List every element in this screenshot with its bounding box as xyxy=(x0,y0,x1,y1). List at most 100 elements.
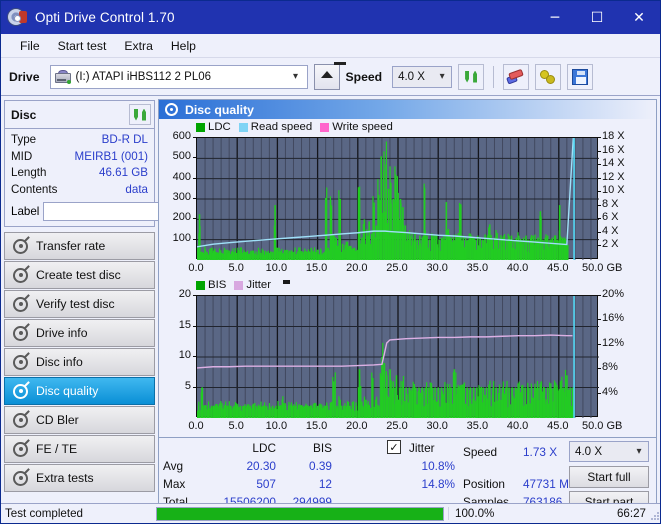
y-axis-tick-label: 15 xyxy=(178,318,191,331)
y2-axis-tick-label: 8% xyxy=(602,361,618,374)
y2-axis-tick xyxy=(598,245,601,247)
y-axis-tick xyxy=(193,386,196,388)
disc-refresh-button[interactable] xyxy=(129,104,151,125)
charts-container: LDC Read speed Write speed 100 200 300 400 500 6… xyxy=(159,119,656,437)
legend-label: Read speed xyxy=(250,121,313,133)
legend-item: LDC xyxy=(196,121,231,133)
sidebar-item-drive-info[interactable]: Drive info xyxy=(4,319,155,348)
x-axis-tick-label: 45.0 xyxy=(547,420,569,432)
speed-select[interactable]: 4.0 X ▾ xyxy=(392,65,453,88)
sidebar-item-verify-test-disc[interactable]: Verify test disc xyxy=(4,290,155,319)
disc-quality-header: Disc quality xyxy=(159,100,656,119)
minimize-button[interactable]: ─ xyxy=(534,1,576,34)
menu-file[interactable]: File xyxy=(11,37,49,55)
disc-icon xyxy=(13,383,28,399)
refresh-drive-button[interactable] xyxy=(458,63,485,90)
sidebar-item-transfer-rate[interactable]: Transfer rate xyxy=(4,232,155,261)
ldc-chart: LDC Read speed Write speed 100 200 300 400 500 6… xyxy=(159,121,656,276)
x-axis-tick-label: 35.0 xyxy=(466,262,489,274)
chevron-down-icon: ▾ xyxy=(292,71,299,82)
x-axis-tick-label: 35.0 xyxy=(466,420,489,432)
x-axis-tick-label: 50.0 GB xyxy=(582,262,623,274)
y2-axis-tick-label: 2 X xyxy=(602,238,619,251)
x-axis-tick-label: 10.0 xyxy=(265,262,288,274)
y2-axis-tick xyxy=(598,191,601,193)
disc-row-value: data xyxy=(125,182,148,196)
stats-col-header-ldc: LDC xyxy=(252,441,276,455)
chart-legend: BIS Jitter xyxy=(196,279,291,291)
save-button[interactable] xyxy=(567,63,594,90)
speed-select-value: 4.0 X xyxy=(398,70,425,83)
refresh-icon xyxy=(463,69,479,85)
y2-axis-tick-label: 16 X xyxy=(602,143,625,156)
speed-label: Speed xyxy=(345,69,383,84)
y2-axis-tick xyxy=(598,137,601,138)
x-axis-tick-label: 0.0 xyxy=(188,420,204,432)
x-axis-tick-label: 45.0 xyxy=(547,262,569,274)
x-axis-tick-label: 15.0 xyxy=(305,420,328,432)
menu-start-test[interactable]: Start test xyxy=(49,37,116,55)
menu-extra[interactable]: Extra xyxy=(115,37,161,55)
progress-bar xyxy=(156,506,444,521)
sidebar-item-fe-te[interactable]: FE / TE xyxy=(4,435,155,464)
y2-axis-tick xyxy=(598,343,601,345)
disc-quality-icon xyxy=(165,103,178,116)
y2-axis-tick-label: 8 X xyxy=(602,197,619,210)
y2-axis-tick-label: 4% xyxy=(602,385,618,398)
x-axis-tick-label: 40.0 xyxy=(506,420,529,432)
resize-grip[interactable] xyxy=(650,511,660,521)
eraser-icon xyxy=(506,68,525,84)
eject-button[interactable] xyxy=(313,62,346,90)
start-full-button[interactable]: Start full xyxy=(569,466,649,488)
y-axis-tick xyxy=(193,325,196,327)
sidebar-item-cd-bler[interactable]: CD Bler xyxy=(4,406,155,435)
disc-row-mid: MID MEIRB1 (001) xyxy=(11,149,148,166)
y2-axis-tick-label: 12% xyxy=(602,336,625,349)
stats-position-label: Position xyxy=(463,477,505,491)
sidebar-item-disc-quality[interactable]: Disc quality xyxy=(4,377,155,406)
jitter-checkbox[interactable]: ✓ xyxy=(387,440,401,454)
y-axis-tick-label: 100 xyxy=(172,231,191,244)
sidebar-item-create-test-disc[interactable]: Create test disc xyxy=(4,261,155,290)
legend-swatch xyxy=(196,122,205,132)
disc-icon xyxy=(13,296,28,312)
y-axis-tick-label: 20 xyxy=(178,288,191,300)
x-axis-tick-label: 20.0 xyxy=(346,420,368,432)
menu-help[interactable]: Help xyxy=(162,37,205,55)
disc-icon xyxy=(13,238,28,254)
y-axis-tick-label: 200 xyxy=(172,211,191,224)
y-axis-tick-label: 600 xyxy=(172,130,191,142)
disc-quality-panel: Disc quality LDC Read speed Write speed 100… xyxy=(158,99,657,438)
y2-axis-tick xyxy=(598,218,601,220)
legend-swatch xyxy=(196,280,205,290)
maximize-button[interactable]: ☐ xyxy=(576,1,618,34)
disc-row-key: Contents xyxy=(11,182,58,196)
close-button[interactable]: ✕ xyxy=(618,1,660,34)
sidebar-item-extra-tests[interactable]: Extra tests xyxy=(4,464,155,493)
sidebar-item-label: CD Bler xyxy=(36,413,79,428)
drive-label: Drive xyxy=(9,69,40,84)
sidebar-item-disc-info[interactable]: Disc info xyxy=(4,348,155,377)
y-axis-tick xyxy=(193,177,196,179)
disc-row-type: Type BD-R DL xyxy=(11,132,148,149)
disc-icon xyxy=(13,325,28,341)
y2-axis-tick-label: 14 X xyxy=(602,157,625,170)
y2-axis-tick xyxy=(598,150,601,152)
disc-row-value: MEIRB1 (001) xyxy=(74,149,148,163)
stats-max-jitter: 14.8% xyxy=(421,477,455,491)
drive-select[interactable]: (I:) ATAPI iHBS112 2 PL06 ▾ xyxy=(49,64,308,89)
y2-axis-tick-label: 20% xyxy=(602,288,625,300)
erase-button[interactable] xyxy=(503,63,530,90)
save-icon xyxy=(572,68,589,85)
test-speed-select[interactable]: 4.0 X ▾ xyxy=(569,441,649,462)
y-axis-tick xyxy=(193,157,196,159)
x-axis-tick-label: 5.0 xyxy=(228,262,244,274)
disc-row-key: MID xyxy=(11,149,33,163)
settings-button[interactable] xyxy=(535,63,562,90)
progress-fill xyxy=(157,507,443,520)
y-axis-tick xyxy=(193,238,196,240)
y-axis-tick-label: 10 xyxy=(178,349,191,361)
plug-icon xyxy=(539,69,557,85)
plot-area xyxy=(196,137,599,260)
x-axis-tick-label: 50.0 GB xyxy=(582,420,623,432)
